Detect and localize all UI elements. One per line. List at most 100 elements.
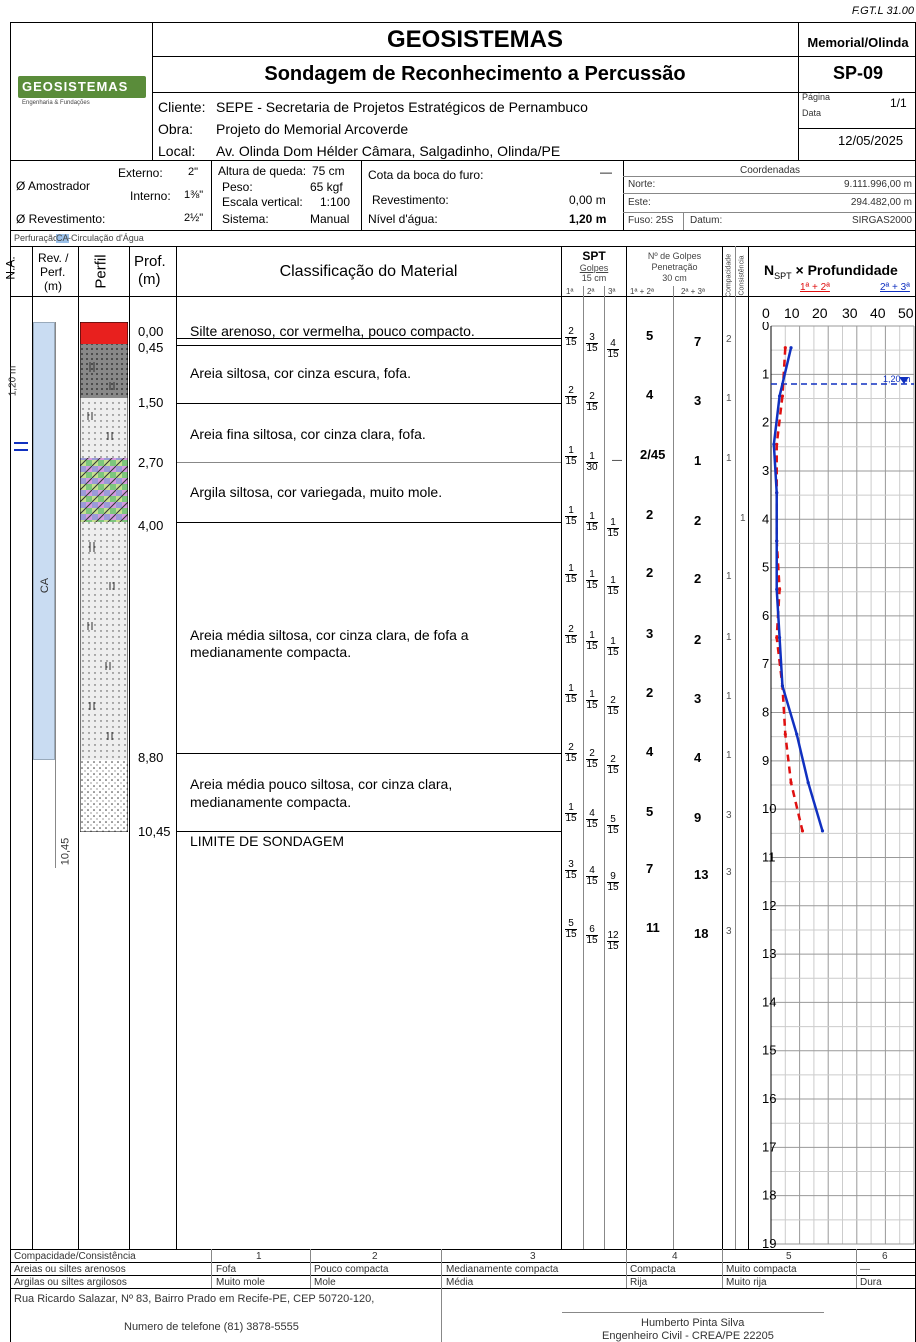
data-point [780, 684, 785, 688]
casing-bar [33, 322, 55, 760]
data-point [800, 829, 805, 833]
ngolpes-header-3: 30 cm [662, 273, 687, 283]
compactness-code: 1 [726, 453, 732, 464]
compactness-code: 1 [726, 632, 732, 643]
penetration: 15 [565, 456, 577, 467]
penetration: 15 [586, 935, 598, 946]
spt-blow-count: 2 15 [565, 386, 577, 407]
fall-value: 75 cm [312, 164, 345, 178]
casing-value: 2½" [184, 212, 204, 224]
nspt-12: 4 [646, 387, 654, 402]
nspt-chart: 0123456789101112131415161718191,20 m [762, 322, 915, 1249]
project-short: Memorial/Olinda [807, 35, 909, 50]
east-label: Este: [628, 197, 651, 208]
spt-blow-count: 2 15 [607, 755, 619, 776]
date-value: 12/05/2025 [838, 133, 904, 148]
nspt-12: 5 [646, 328, 654, 343]
north-value: 9.111.996,00 m [843, 179, 912, 190]
y-tick-label: 16 [762, 1091, 776, 1106]
scale-value: 1:100 [320, 195, 351, 209]
casing-label: Ø Revestimento: [16, 212, 106, 226]
spt-blow-count: 6 15 [586, 925, 598, 946]
penetration: 15 [607, 825, 619, 836]
y-tick-label: 6 [762, 608, 769, 623]
penetration: 15 [607, 706, 619, 717]
y-tick-label: 11 [762, 849, 776, 864]
nspt-12: 7 [646, 861, 654, 876]
y-tick-label: 19 [762, 1236, 776, 1249]
spt-blow-count: 4 15 [607, 339, 619, 360]
fall-label: Altura de queda: [218, 164, 307, 178]
legend-cell: Muito mole [216, 1277, 265, 1288]
y-tick-label: 3 [762, 463, 769, 478]
penetration: 15 [586, 700, 598, 711]
layer-description: Silte arenoso, cor vermelha, pouco compa… [190, 323, 475, 339]
layer-fill [80, 344, 128, 398]
penetration: 15 [565, 396, 577, 407]
spt-blow-count: 1 15 [607, 576, 619, 597]
address-line-2: Numero de telefone (81) 3878-5555 [124, 1321, 299, 1333]
data-point [789, 346, 793, 350]
casing-code: CA [39, 577, 52, 594]
spt-blow-count: 1 15 [565, 446, 577, 467]
client-value: SEPE - Secretaria de Projetos Estratégic… [216, 99, 588, 115]
y-tick-label: 14 [762, 994, 776, 1009]
nspt-title-n: N [764, 262, 775, 278]
legend-cell: Argilas ou siltes argilosos [14, 1277, 127, 1288]
penetration: 15 [586, 759, 598, 770]
data-point [775, 636, 779, 640]
y-tick-label: 12 [762, 898, 776, 913]
legend-cell: Muito compacta [726, 1264, 797, 1275]
penetration: 15 [565, 813, 577, 824]
penetration: 15 [607, 586, 619, 597]
perforation-code: CA [56, 233, 69, 243]
page-label: Página [802, 92, 831, 102]
penetration: 15 [607, 941, 619, 952]
penetration: 15 [586, 402, 598, 413]
nspt-title-sub: SPT [774, 270, 792, 281]
consist-header: Consistência [738, 255, 746, 296]
water-level-marker-icon [14, 442, 28, 451]
layer-description: Areia siltosa, cor cinza escura, fofa. [190, 365, 411, 381]
layer-fill [80, 760, 128, 832]
penetration: 15 [586, 522, 598, 533]
layer-description: Areia média pouco siltosa, cor cinza cla… [190, 776, 453, 792]
spt-blow-count: 2 15 [586, 749, 598, 770]
legend-cell: Rija [630, 1277, 648, 1288]
data-point [820, 829, 825, 833]
compactness-code: 1 [726, 571, 732, 582]
legend-cell: Areias ou siltes arenosos [14, 1264, 126, 1275]
engineer-crea: Engenheiro Civil - CREA/PE 22205 [602, 1330, 774, 1342]
layer-description: medianamente compacta. [190, 794, 352, 810]
legend-header: Compacidade/Consistência [14, 1251, 136, 1262]
page-value: 1/1 [890, 96, 907, 110]
nspt-23: 2 [694, 513, 702, 528]
legend-cell: Mole [314, 1277, 336, 1288]
nspt-12: 3 [646, 626, 654, 641]
y-tick-label: 15 [762, 1043, 776, 1058]
nspt-23: 18 [694, 926, 709, 941]
ngolpes-header-1: Nº de Golpes [647, 251, 702, 261]
spt-blow-count: 1 15 [565, 506, 577, 527]
spt-blow-count: 5 15 [565, 919, 577, 940]
perfil-header: Perfil [92, 254, 110, 289]
ext-value: 2" [188, 166, 199, 178]
spt-blow-count: 5 15 [607, 815, 619, 836]
golpes-header: Golpes [579, 263, 609, 273]
ngolpes-header-2: Penetração [651, 262, 698, 272]
penetration: 15 [607, 349, 619, 360]
water-value: 1,20 m [569, 212, 607, 226]
spt-blow-count: 2 15 [565, 625, 577, 646]
mouth-value: — [600, 165, 612, 179]
ext-label: Externo: [118, 166, 163, 180]
depth-label: 1,50 [138, 395, 164, 410]
spt-blow-count: 4 15 [586, 809, 598, 830]
legend-cell: Dura [860, 1277, 882, 1288]
compactness-code: 3 [726, 810, 732, 821]
penetration: 15 [586, 641, 598, 652]
mouth-label: Cota da boca do furo: [368, 168, 484, 182]
nspt-12: 2 [646, 507, 654, 522]
spt-blow-count: 9 15 [607, 872, 619, 893]
weight-value: 65 kgf [310, 180, 343, 194]
spt-blow-count: 3 15 [586, 333, 598, 354]
